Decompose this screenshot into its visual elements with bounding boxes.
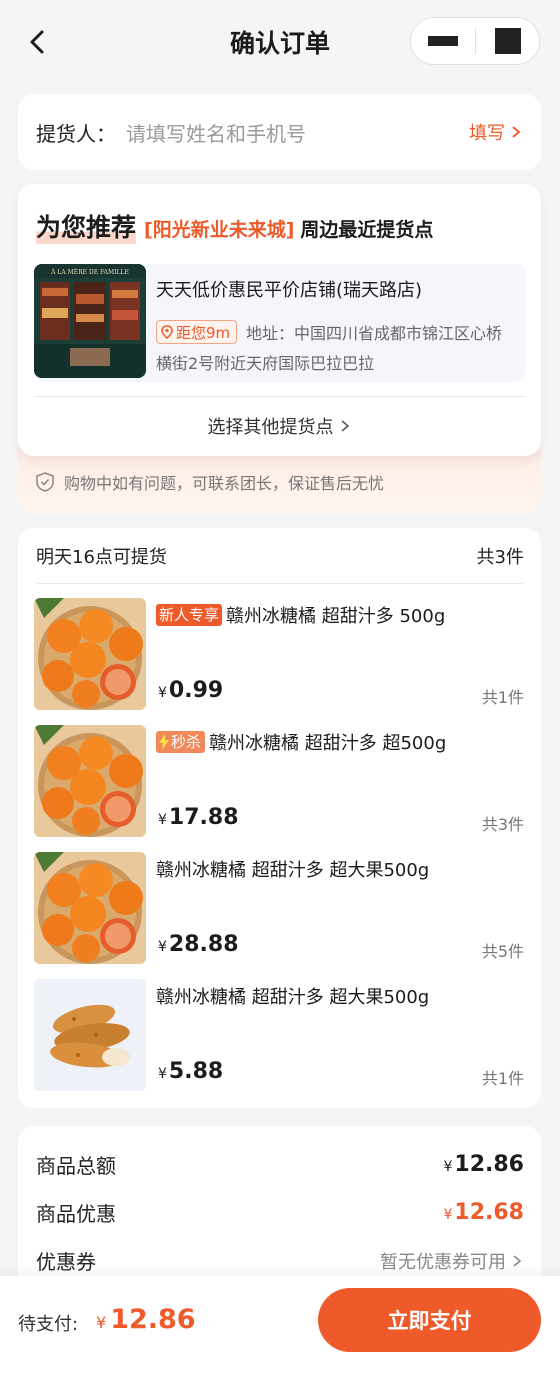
more-button[interactable] xyxy=(411,18,475,64)
product-quantity: 共5件 xyxy=(481,942,524,961)
divider xyxy=(34,396,526,397)
fried-chicken-icon xyxy=(34,979,146,1091)
checkout-bar: 待支付: ¥12.86 立即支付 xyxy=(0,1276,560,1388)
lightning-icon xyxy=(159,734,169,750)
total-row: 商品总额 ¥12.86 xyxy=(36,1150,524,1179)
product-title: 赣州冰糖橘 超甜汁多 超大果500g xyxy=(156,987,430,1008)
product-price: ¥28.88 xyxy=(158,932,239,957)
distance-badge: 距您9m xyxy=(156,320,238,344)
product-quantity: 共3件 xyxy=(481,815,524,834)
guarantee-notice: 购物中如有问题，可联系团长，保证售后无忧 xyxy=(34,470,384,494)
choose-other-label: 选择其他提货点 xyxy=(207,417,334,438)
total-amount: ¥12.86 xyxy=(443,1152,524,1177)
recommend-heading: 为您推荐 [阳光新业未来城] 周边最近提货点 xyxy=(36,208,433,244)
product-title-line: 秒杀 赣州冰糖橘 超甜汁多 超500g xyxy=(156,729,446,755)
community-name: [阳光新业未来城] xyxy=(144,219,295,241)
product-item[interactable]: 赣州冰糖橘 超甜汁多 超大果500g ¥5.88 共1件 xyxy=(34,979,524,1091)
product-title-line: 新人专享 赣州冰糖橘 超甜汁多 500g xyxy=(156,602,445,628)
chevron-left-icon xyxy=(30,30,44,54)
coupon-row[interactable]: 优惠券 暂无优惠券可用 xyxy=(36,1246,524,1275)
distance-text: 距您9m xyxy=(176,323,231,342)
guarantee-text: 购物中如有问题，可联系团长，保证售后无忧 xyxy=(64,474,385,493)
product-quantity: 共1件 xyxy=(481,688,524,707)
order-items-card: 明天16点可提货 共3件 新人专享 赣州冰糖橘 超甜汁多 500g ¥0.99 … xyxy=(18,528,541,1108)
choose-other-pickup-button[interactable]: 选择其他提货点 xyxy=(18,402,541,450)
store-item[interactable]: À LA MÈRE DE FAMILLE 天天低价惠民平价店铺(瑞天路店) 地址… xyxy=(34,264,526,382)
total-label: 商品总额 xyxy=(36,1154,116,1178)
store-name: 天天低价惠民平价店铺(瑞天路店) xyxy=(156,280,423,301)
chevron-right-icon xyxy=(513,1254,522,1267)
item-count: 共3件 xyxy=(476,546,524,568)
product-title: 赣州冰糖橘 超甜汁多 超大果500g xyxy=(156,860,430,881)
mini-program-capsule xyxy=(410,17,540,65)
product-price: ¥17.88 xyxy=(158,805,239,830)
chevron-right-icon xyxy=(340,420,349,432)
more-icon xyxy=(428,36,458,46)
flash-sale-tag: 秒杀 xyxy=(156,731,206,753)
shield-check-icon xyxy=(36,472,54,492)
recommend-title: 为您推荐 xyxy=(36,208,137,244)
pay-now-button[interactable]: 立即支付 xyxy=(318,1288,541,1352)
pickup-person-card[interactable]: 提货人： 请填写姓名和手机号 填写 xyxy=(18,94,541,170)
coupon-status: 暂无优惠券可用 xyxy=(380,1251,506,1273)
product-title: 赣州冰糖橘 超甜汁多 超500g xyxy=(209,733,447,754)
new-user-tag: 新人专享 xyxy=(156,604,223,626)
pickup-time: 明天16点可提货 xyxy=(36,546,167,568)
page-title: 确认订单 xyxy=(229,29,330,58)
items-header: 明天16点可提货 共3件 xyxy=(36,528,524,584)
product-quantity: 共1件 xyxy=(481,1069,524,1088)
close-button[interactable] xyxy=(476,18,539,64)
recommend-subtitle: 周边最近提货点 xyxy=(300,219,434,241)
back-button[interactable] xyxy=(20,24,56,60)
product-item[interactable]: 新人专享 赣州冰糖橘 超甜汁多 500g ¥0.99 共1件 xyxy=(34,598,524,710)
discount-amount: ¥12.68 xyxy=(443,1200,524,1225)
store-photo: À LA MÈRE DE FAMILLE xyxy=(34,264,146,378)
product-price: ¥0.99 xyxy=(158,678,224,703)
pay-label: 待支付: xyxy=(18,1314,79,1335)
product-title-line: 赣州冰糖橘 超甜汁多 超大果500g xyxy=(156,856,429,882)
location-pin-icon xyxy=(161,325,173,339)
product-price: ¥5.88 xyxy=(158,1059,224,1084)
product-title-line: 赣州冰糖橘 超甜汁多 超大果500g xyxy=(156,983,429,1009)
flash-sale-label: 秒杀 xyxy=(171,733,202,751)
nav-bar: 确认订单 xyxy=(0,0,560,84)
coupon-label: 优惠券 xyxy=(36,1250,96,1274)
discount-label: 商品优惠 xyxy=(36,1202,116,1226)
chevron-right-icon xyxy=(512,126,521,138)
close-icon xyxy=(494,28,521,54)
recommend-card: 为您推荐 [阳光新业未来城] 周边最近提货点 À LA MÈRE DE FAMI… xyxy=(18,184,541,456)
recommend-section: 为您推荐 [阳光新业未来城] 周边最近提货点 À LA MÈRE DE FAMI… xyxy=(18,184,541,514)
product-item[interactable]: 秒杀 赣州冰糖橘 超甜汁多 超500g ¥17.88 共3件 xyxy=(34,725,524,837)
pay-amount: ¥12.86 xyxy=(96,1304,196,1335)
pickup-person-label: 提货人： xyxy=(36,121,116,146)
discount-row: 商品优惠 ¥12.68 xyxy=(36,1198,524,1227)
fill-label: 填写 xyxy=(469,123,505,144)
product-item[interactable]: 赣州冰糖橘 超甜汁多 超大果500g ¥28.88 共5件 xyxy=(34,852,524,964)
orange-icon xyxy=(34,852,146,964)
store-sign: À LA MÈRE DE FAMILLE xyxy=(50,268,129,276)
pickup-person-field[interactable]: 请填写姓名和手机号 xyxy=(126,118,469,147)
fill-button[interactable]: 填写 xyxy=(469,119,523,145)
orange-icon xyxy=(34,725,146,837)
orange-icon xyxy=(34,598,146,710)
coupon-selector[interactable]: 暂无优惠券可用 xyxy=(380,1248,524,1274)
product-title: 赣州冰糖橘 超甜汁多 500g xyxy=(226,606,446,627)
